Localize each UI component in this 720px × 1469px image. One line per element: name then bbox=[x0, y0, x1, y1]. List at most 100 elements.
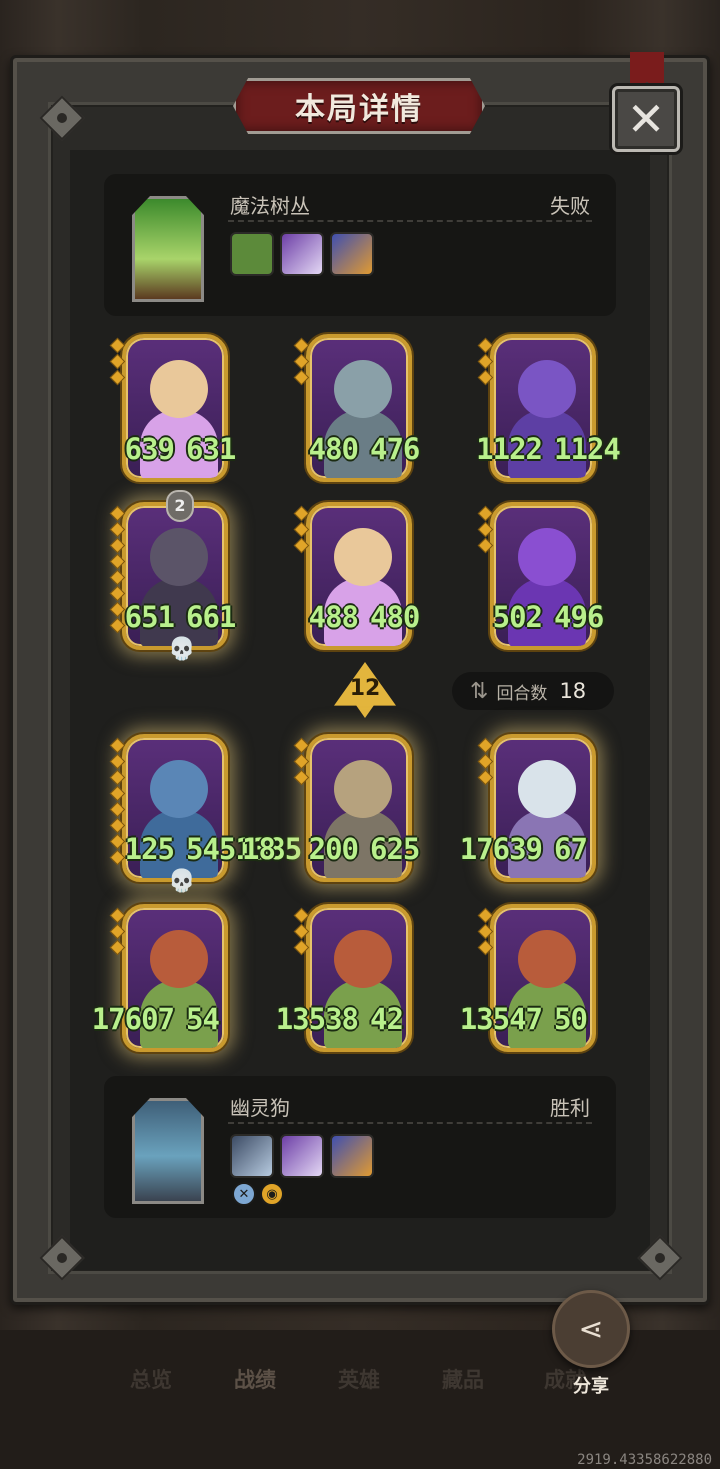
health-value: 476 bbox=[370, 432, 420, 466]
star-pip-icon bbox=[293, 753, 310, 770]
star-pip-icon bbox=[293, 939, 310, 956]
round-value: 18 bbox=[559, 679, 587, 703]
coordinate-readout: 2919.43358622880 bbox=[577, 1452, 712, 1468]
unit-face bbox=[150, 528, 208, 586]
tab-heroes[interactable]: 英雄 bbox=[338, 1364, 380, 1394]
turn-number: 12 bbox=[349, 676, 381, 701]
scroll-item-icon[interactable] bbox=[280, 232, 324, 276]
opponent-unit-card[interactable]: 502 496 bbox=[477, 502, 604, 650]
health-value: 625 bbox=[370, 832, 420, 866]
tab-overview[interactable]: 总览 bbox=[130, 1364, 172, 1394]
opponent-unit-card[interactable]: 480 476 bbox=[293, 334, 420, 482]
star-pip-icon bbox=[293, 521, 310, 538]
player-unit-card[interactable]: 13547 50 bbox=[460, 904, 600, 1052]
star-column bbox=[109, 907, 126, 958]
health-value: 480 bbox=[370, 600, 420, 634]
attack-value: 13547 bbox=[459, 1002, 543, 1036]
star-pip-icon bbox=[109, 337, 126, 354]
health-value: 67 bbox=[554, 832, 588, 866]
star-pip-icon bbox=[109, 801, 126, 818]
star-pip-icon bbox=[109, 923, 126, 940]
star-pip-icon bbox=[293, 369, 310, 386]
health-value: 496 bbox=[554, 600, 604, 634]
player-unit-card[interactable]: 17607 54 bbox=[92, 904, 232, 1052]
unit-face bbox=[334, 760, 392, 818]
dragon-item-icon[interactable] bbox=[230, 1134, 274, 1178]
health-value: 50 bbox=[554, 1002, 588, 1036]
star-pip-icon bbox=[109, 569, 126, 586]
player-unit-card[interactable]: 17639 67 bbox=[460, 734, 600, 882]
player-unit-card[interactable]: 125 5451385 18 💀 bbox=[109, 734, 302, 894]
attack-value: 125 bbox=[124, 832, 175, 866]
health-value: 54 bbox=[186, 1002, 220, 1036]
star-pip-icon bbox=[109, 505, 126, 522]
scroll-item-icon[interactable] bbox=[280, 1134, 324, 1178]
star-pip-icon bbox=[477, 505, 494, 522]
door-item-icon[interactable] bbox=[230, 232, 274, 276]
star-column bbox=[109, 337, 126, 388]
level-badge: 2 bbox=[166, 490, 194, 522]
star-pip-icon bbox=[109, 601, 126, 618]
attack-value: 200 bbox=[308, 832, 359, 866]
unit-face bbox=[150, 760, 208, 818]
opponent-avatar bbox=[132, 196, 204, 302]
treasure-item-icon[interactable] bbox=[330, 1134, 374, 1178]
player-card[interactable]: 幽灵狗 胜利 ✕ ◉ bbox=[104, 1076, 616, 1218]
sword-skill-icon[interactable]: ✕ bbox=[232, 1182, 256, 1206]
round-counter: ⇅ 回合数 18 bbox=[452, 672, 614, 710]
opponent-name: 魔法树丛 bbox=[230, 194, 310, 218]
tab-collection[interactable]: 藏品 bbox=[442, 1364, 484, 1394]
star-column bbox=[293, 907, 310, 958]
star-pip-icon bbox=[477, 353, 494, 370]
unit-face bbox=[150, 930, 208, 988]
star-pip-icon bbox=[109, 907, 126, 924]
star-pip-icon bbox=[293, 505, 310, 522]
opponent-card[interactable]: 魔法树丛 失败 bbox=[104, 174, 616, 316]
star-pip-icon bbox=[477, 923, 494, 940]
star-pip-icon bbox=[293, 337, 310, 354]
skull-icon: 💀 bbox=[168, 637, 196, 662]
player-avatar bbox=[132, 1098, 204, 1204]
star-pip-icon bbox=[293, 769, 310, 786]
star-pip-icon bbox=[109, 537, 126, 554]
unit-face bbox=[518, 360, 576, 418]
unit-face bbox=[334, 930, 392, 988]
attack-value: 1122 bbox=[476, 432, 543, 466]
health-value: 42 bbox=[370, 1002, 404, 1036]
opponent-unit-card[interactable]: 488 480 bbox=[293, 502, 420, 650]
player-unit-card[interactable]: 200 625 bbox=[293, 734, 420, 882]
treasure-item-icon[interactable] bbox=[330, 232, 374, 276]
star-pip-icon bbox=[109, 553, 126, 570]
tab-record[interactable]: 战绩 bbox=[234, 1364, 276, 1394]
star-column bbox=[293, 337, 310, 388]
player-unit-card[interactable]: 13538 42 bbox=[276, 904, 416, 1052]
share-button[interactable]: ⋖ bbox=[552, 1290, 630, 1368]
opponent-unit-card[interactable]: 2 651 661 💀 bbox=[109, 490, 236, 662]
star-pip-icon bbox=[293, 353, 310, 370]
page-title: 本局详情 bbox=[295, 92, 423, 127]
extra-value: 18 bbox=[242, 832, 276, 866]
opponent-result: 失败 bbox=[550, 194, 590, 218]
star-column bbox=[293, 505, 310, 556]
share-label[interactable]: 分享 bbox=[552, 1372, 630, 1398]
star-pip-icon bbox=[293, 907, 310, 924]
star-pip-icon bbox=[293, 923, 310, 940]
divider bbox=[228, 1122, 592, 1124]
opponent-unit-card[interactable]: 1122 1124 bbox=[476, 334, 621, 482]
attack-value: 639 bbox=[124, 432, 175, 466]
star-pip-icon bbox=[477, 753, 494, 770]
player-name: 幽灵狗 bbox=[230, 1096, 290, 1120]
star-pip-icon bbox=[293, 737, 310, 754]
star-pip-icon bbox=[477, 369, 494, 386]
opponent-unit-card[interactable]: 639 631 bbox=[109, 334, 236, 482]
unit-face bbox=[518, 528, 576, 586]
health-value: 1124 bbox=[554, 432, 621, 466]
star-column bbox=[477, 337, 494, 388]
refresh-icon: ⇅ bbox=[470, 678, 489, 704]
unit-face bbox=[334, 528, 392, 586]
close-button[interactable]: ✕ bbox=[612, 86, 680, 152]
star-pip-icon bbox=[109, 521, 126, 538]
gold-skill-icon[interactable]: ◉ bbox=[260, 1182, 284, 1206]
star-pip-icon bbox=[109, 833, 126, 850]
star-pip-icon bbox=[109, 353, 126, 370]
